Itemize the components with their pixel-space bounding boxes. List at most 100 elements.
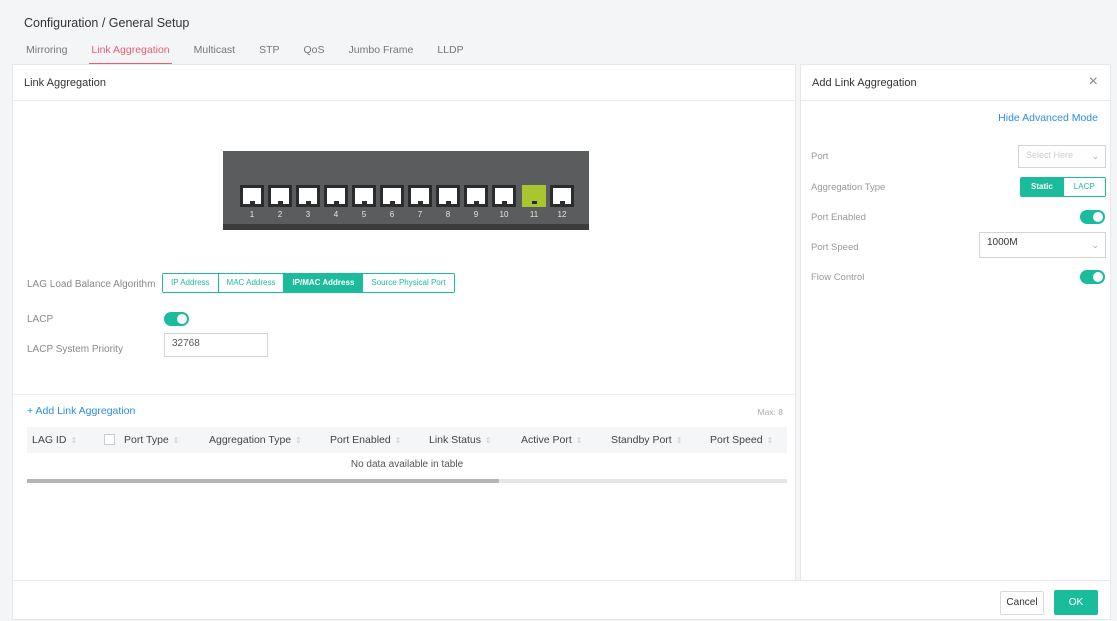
port-label: 7 — [417, 210, 423, 219]
lacp-priority-input[interactable]: 32768 — [164, 333, 268, 357]
select-all-checkbox[interactable] — [104, 434, 115, 445]
chevron-down-icon: ⌄ — [1091, 151, 1099, 161]
add-link-aggregation-drawer: Add Link Aggregation × Hide Advanced Mod… — [800, 64, 1111, 584]
max-count: Max: 8 — [757, 407, 783, 417]
port-7[interactable] — [408, 185, 432, 207]
agg-type-lacp[interactable]: LACP — [1063, 178, 1105, 196]
port-speed-value: 1000M — [987, 237, 1018, 248]
col-standby-port[interactable]: Standby Port ⇕ — [611, 434, 682, 446]
flow-control-toggle[interactable] — [1080, 270, 1105, 284]
col-label: Link Status — [429, 434, 481, 446]
col-active-port[interactable]: Active Port ⇕ — [521, 434, 582, 446]
col-port-speed[interactable]: Port Speed ⇕ — [710, 434, 773, 446]
agg-type-label: Aggregation Type — [811, 182, 886, 193]
switch-base — [223, 224, 589, 230]
sort-icon: ⇕ — [70, 436, 78, 445]
lag-algo-selector: IP Address MAC Address IP/MAC Address So… — [162, 273, 455, 293]
port-select[interactable]: Select Here ⌄ — [1018, 145, 1106, 168]
col-label: Active Port — [521, 434, 572, 446]
link-aggregation-panel: Link Aggregation 1 2 3 4 5 6 7 8 9 10 11 — [12, 64, 796, 584]
divider — [13, 394, 795, 395]
port-enabled-toggle[interactable] — [1080, 210, 1105, 224]
col-label: Port Speed — [710, 434, 763, 446]
tab-mirroring[interactable]: Mirroring — [24, 43, 69, 65]
port-speed-label: Port Speed — [811, 242, 859, 253]
chevron-down-icon: ⌄ — [1091, 240, 1099, 250]
agg-type-selector: Static LACP — [1020, 177, 1106, 197]
col-port-enabled[interactable]: Port Enabled ⇕ — [330, 434, 401, 446]
sort-icon: ⇕ — [575, 436, 583, 445]
col-label: Aggregation Type — [209, 434, 292, 446]
breadcrumb: Configuration / General Setup — [24, 16, 190, 30]
port-1[interactable] — [240, 185, 264, 207]
empty-table-message: No data available in table — [350, 459, 464, 470]
cancel-button[interactable]: Cancel — [1000, 591, 1044, 615]
port-label: Port — [811, 151, 829, 162]
port-label: 1 — [249, 210, 255, 219]
hide-advanced-mode-link[interactable]: Hide Advanced Mode — [998, 112, 1098, 124]
port-label: 3 — [305, 210, 311, 219]
close-icon[interactable]: × — [1089, 73, 1098, 91]
port-label: 12 — [557, 210, 567, 219]
col-label: Port Type — [124, 434, 169, 446]
lag-algo-ip-mac[interactable]: IP/MAC Address — [284, 274, 364, 292]
scrollbar-thumb[interactable] — [27, 479, 499, 483]
table-header: LAG ID ⇕ Port Type ⇕ Aggregation Type ⇕ Por… — [27, 427, 787, 453]
lag-algo-source-port[interactable]: Source Physical Port — [363, 274, 454, 292]
port-3[interactable] — [296, 185, 320, 207]
flow-control-label: Flow Control — [811, 272, 865, 283]
col-label: Port Enabled — [330, 434, 391, 446]
port-label: 9 — [473, 210, 479, 219]
port-label: 11 — [529, 210, 539, 219]
add-link-aggregation-button[interactable]: + Add Link Aggregation — [27, 405, 135, 417]
port-5[interactable] — [352, 185, 376, 207]
drawer-title: Add Link Aggregation — [801, 65, 1110, 101]
lag-algo-ip[interactable]: IP Address — [163, 274, 219, 292]
lacp-toggle[interactable] — [164, 312, 189, 326]
agg-type-static[interactable]: Static — [1021, 178, 1064, 196]
port-label: 5 — [361, 210, 367, 219]
col-link-status[interactable]: Link Status ⇕ — [429, 434, 492, 446]
port-select-placeholder: Select Here — [1026, 150, 1074, 160]
sort-icon: ⇕ — [172, 436, 180, 445]
sort-icon: ⇕ — [295, 436, 302, 445]
tab-stp[interactable]: STP — [257, 43, 281, 65]
port-label: 8 — [445, 210, 451, 219]
tab-link-aggregation[interactable]: Link Aggregation — [89, 43, 172, 65]
lacp-priority-label: LACP System Priority — [27, 344, 123, 355]
footer-bar: Cancel OK — [12, 580, 1111, 620]
port-enabled-label: Port Enabled — [811, 212, 866, 223]
table-scrollbar[interactable] — [27, 479, 787, 483]
sort-icon: ⇕ — [766, 436, 774, 445]
col-aggregation-type[interactable]: Aggregation Type ⇕ — [209, 434, 302, 446]
port-6[interactable] — [380, 185, 404, 207]
sort-icon: ⇕ — [484, 436, 492, 445]
lag-algo-label: LAG Load Balance Algorithm — [27, 279, 156, 290]
port-4[interactable] — [324, 185, 348, 207]
tab-lldp[interactable]: LLDP — [435, 43, 465, 65]
col-port-type[interactable]: Port Type ⇕ — [124, 434, 179, 446]
tab-jumbo-frame[interactable]: Jumbo Frame — [347, 43, 416, 65]
port-speed-select[interactable]: 1000M ⌄ — [979, 232, 1106, 258]
lacp-label: LACP — [27, 314, 54, 325]
sort-icon: ⇕ — [394, 436, 402, 445]
col-lag-id[interactable]: LAG ID ⇕ — [32, 434, 77, 446]
port-10[interactable] — [492, 185, 516, 207]
switch-diagram: 1 2 3 4 5 6 7 8 9 10 11 12 — [223, 151, 589, 230]
port-label: 6 — [389, 210, 395, 219]
lag-algo-mac[interactable]: MAC Address — [218, 274, 285, 292]
port-11[interactable] — [522, 185, 546, 207]
port-label: 2 — [277, 210, 283, 219]
lag-table: LAG ID ⇕ Port Type ⇕ Aggregation Type ⇕ Por… — [27, 427, 787, 483]
tab-multicast[interactable]: Multicast — [192, 43, 237, 65]
port-12[interactable] — [550, 185, 574, 207]
col-label: LAG ID — [32, 434, 67, 446]
sort-icon: ⇕ — [675, 436, 683, 445]
port-8[interactable] — [436, 185, 460, 207]
port-2[interactable] — [268, 185, 292, 207]
port-label: 10 — [499, 210, 509, 219]
port-9[interactable] — [464, 185, 488, 207]
tab-qos[interactable]: QoS — [302, 43, 327, 65]
ok-button[interactable]: OK — [1054, 590, 1098, 615]
col-label: Standby Port — [611, 434, 672, 446]
